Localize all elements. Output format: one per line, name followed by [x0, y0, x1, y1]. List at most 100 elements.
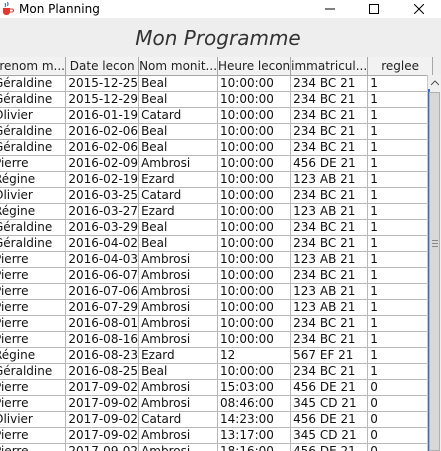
cell-moniteur[interactable]: Ambrosi	[138, 267, 219, 284]
cell-moniteur[interactable]: Catard	[138, 187, 219, 204]
cell-reglee[interactable]: 1	[367, 203, 433, 220]
cell-reglee[interactable]: 1	[367, 139, 433, 156]
cell-prenom[interactable]: Pierre	[0, 443, 67, 451]
table-row[interactable]: Géraldine2016-02-06Beal10:00:00234 BC 21…	[0, 139, 433, 156]
cell-prenom[interactable]: Olivier	[0, 107, 67, 124]
cell-heure[interactable]: 10:00:00	[217, 267, 292, 284]
cell-date[interactable]: 2016-01-19	[65, 107, 140, 124]
cell-reglee[interactable]: 1	[367, 363, 433, 380]
cell-immatriculation[interactable]: 234 BC 21	[290, 139, 369, 156]
table-row[interactable]: Olivier2017-09-02Catard14:23:00456 DE 21…	[0, 411, 433, 428]
cell-reglee[interactable]: 1	[367, 283, 433, 300]
cell-prenom[interactable]: Pierre	[0, 155, 67, 172]
table-row[interactable]: Géraldine2015-12-29Beal10:00:00234 BC 21…	[0, 91, 433, 108]
scroll-up-button[interactable]	[428, 75, 441, 89]
cell-heure[interactable]: 10:00:00	[217, 219, 292, 236]
cell-date[interactable]: 2017-09-02	[65, 427, 140, 444]
cell-reglee[interactable]: 1	[367, 299, 433, 316]
cell-heure[interactable]: 10:00:00	[217, 315, 292, 332]
table-row[interactable]: Pierre2017-09-02Ambrosi08:46:00345 CD 21…	[0, 395, 433, 412]
table-row[interactable]: Olivier2016-03-25Catard10:00:00234 BC 21…	[0, 187, 433, 204]
cell-reglee[interactable]: 0	[367, 395, 433, 412]
cell-moniteur[interactable]: Catard	[138, 107, 219, 124]
table-row[interactable]: Pierre2017-09-02Ambrosi15:03:00456 DE 21…	[0, 379, 433, 396]
cell-immatriculation[interactable]: 456 DE 21	[290, 379, 369, 396]
close-button[interactable]	[397, 0, 441, 18]
cell-date[interactable]: 2016-06-07	[65, 267, 140, 284]
column-header-reglee[interactable]: reglee	[367, 57, 433, 76]
cell-prenom[interactable]: Olivier	[0, 411, 67, 428]
cell-reglee[interactable]: 0	[367, 379, 433, 396]
table-row[interactable]: Régine2016-03-27Ezard10:00:00123 AB 211	[0, 203, 433, 220]
cell-prenom[interactable]: Pierre	[0, 331, 67, 348]
cell-reglee[interactable]: 1	[367, 315, 433, 332]
cell-prenom[interactable]: Géraldine	[0, 235, 67, 252]
cell-heure[interactable]: 10:00:00	[217, 187, 292, 204]
cell-prenom[interactable]: Régine	[0, 203, 67, 220]
cell-immatriculation[interactable]: 234 BC 21	[290, 107, 369, 124]
cell-reglee[interactable]: 1	[367, 267, 433, 284]
cell-prenom[interactable]: Olivier	[0, 187, 67, 204]
cell-moniteur[interactable]: Ambrosi	[138, 379, 219, 396]
cell-date[interactable]: 2016-07-06	[65, 283, 140, 300]
cell-heure[interactable]: 10:00:00	[217, 155, 292, 172]
cell-prenom[interactable]: Pierre	[0, 315, 67, 332]
cell-date[interactable]: 2016-08-25	[65, 363, 140, 380]
cell-date[interactable]: 2016-04-02	[65, 235, 140, 252]
cell-reglee[interactable]: 0	[367, 443, 433, 451]
cell-moniteur[interactable]: Beal	[138, 235, 219, 252]
vertical-scrollbar[interactable]	[427, 75, 441, 451]
table-row[interactable]: Pierre2016-04-03Ambrosi10:00:00123 AB 21…	[0, 251, 433, 268]
cell-immatriculation[interactable]: 234 BC 21	[290, 267, 369, 284]
table-row[interactable]: Pierre2016-07-29Ambrosi10:00:00123 AB 21…	[0, 299, 433, 316]
cell-immatriculation[interactable]: 234 BC 21	[290, 235, 369, 252]
cell-prenom[interactable]: Pierre	[0, 379, 67, 396]
cell-immatriculation[interactable]: 234 BC 21	[290, 363, 369, 380]
cell-date[interactable]: 2017-09-02	[65, 395, 140, 412]
cell-immatriculation[interactable]: 345 CD 21	[290, 427, 369, 444]
cell-immatriculation[interactable]: 456 DE 21	[290, 411, 369, 428]
cell-moniteur[interactable]: Ambrosi	[138, 331, 219, 348]
cell-prenom[interactable]: Pierre	[0, 251, 67, 268]
cell-heure[interactable]: 10:00:00	[217, 283, 292, 300]
cell-heure[interactable]: 14:23:00	[217, 411, 292, 428]
cell-moniteur[interactable]: Ambrosi	[138, 299, 219, 316]
cell-reglee[interactable]: 1	[367, 251, 433, 268]
cell-immatriculation[interactable]: 234 BC 21	[290, 315, 369, 332]
cell-moniteur[interactable]: Ezard	[138, 171, 219, 188]
cell-date[interactable]: 2015-12-25	[65, 75, 140, 92]
cell-reglee[interactable]: 1	[367, 219, 433, 236]
cell-date[interactable]: 2016-03-27	[65, 203, 140, 220]
cell-moniteur[interactable]: Beal	[138, 139, 219, 156]
cell-prenom[interactable]: Pierre	[0, 299, 67, 316]
cell-heure[interactable]: 08:46:00	[217, 395, 292, 412]
table-row[interactable]: Géraldine2016-02-06Beal10:00:00234 BC 21…	[0, 123, 433, 140]
cell-date[interactable]: 2015-12-29	[65, 91, 140, 108]
cell-heure[interactable]: 13:17:00	[217, 427, 292, 444]
cell-prenom[interactable]: Géraldine	[0, 219, 67, 236]
cell-immatriculation[interactable]: 456 DE 21	[290, 155, 369, 172]
cell-prenom[interactable]: Régine	[0, 347, 67, 364]
cell-immatriculation[interactable]: 234 BC 21	[290, 187, 369, 204]
cell-date[interactable]: 2017-09-02	[65, 379, 140, 396]
cell-immatriculation[interactable]: 123 AB 21	[290, 283, 369, 300]
cell-moniteur[interactable]: Beal	[138, 91, 219, 108]
cell-date[interactable]: 2016-08-16	[65, 331, 140, 348]
cell-immatriculation[interactable]: 567 EF 21	[290, 347, 369, 364]
table-row[interactable]: Géraldine2016-08-25Beal10:00:00234 BC 21…	[0, 363, 433, 380]
cell-immatriculation[interactable]: 123 AB 21	[290, 251, 369, 268]
cell-moniteur[interactable]: Catard	[138, 411, 219, 428]
cell-immatriculation[interactable]: 123 AB 21	[290, 171, 369, 188]
cell-heure[interactable]: 10:00:00	[217, 251, 292, 268]
cell-prenom[interactable]: Régine	[0, 171, 67, 188]
table-row[interactable]: Pierre2017-09-02Ambrosi13:17:00345 CD 21…	[0, 427, 433, 444]
cell-moniteur[interactable]: Ambrosi	[138, 427, 219, 444]
cell-prenom[interactable]: Géraldine	[0, 75, 67, 92]
cell-heure[interactable]: 10:00:00	[217, 107, 292, 124]
table-row[interactable]: Pierre2017-09-02Ambrosi18:16:00456 DE 21…	[0, 443, 433, 451]
column-header-heure[interactable]: Heure lecon	[217, 57, 292, 76]
cell-reglee[interactable]: 1	[367, 75, 433, 92]
cell-reglee[interactable]: 0	[367, 411, 433, 428]
cell-heure[interactable]: 10:00:00	[217, 123, 292, 140]
cell-date[interactable]: 2016-03-25	[65, 187, 140, 204]
